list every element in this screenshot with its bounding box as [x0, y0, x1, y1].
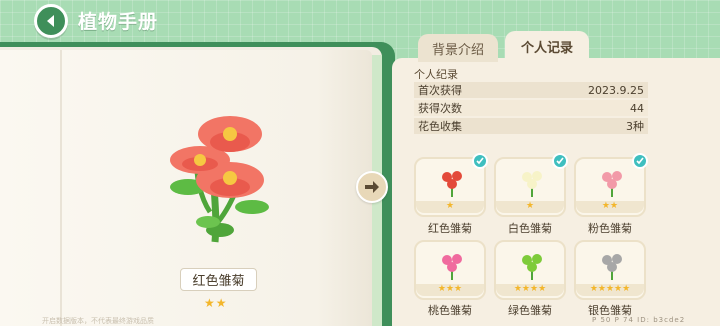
- flower-thumb: [602, 171, 622, 197]
- flower-card-green[interactable]: ★★★★: [494, 240, 566, 300]
- rarity-stars: ★: [416, 201, 484, 213]
- flower-card-label: 红色雏菊: [428, 222, 472, 235]
- record-label: 获得次数: [418, 102, 462, 115]
- record-row: 花色收集 3种: [414, 118, 648, 134]
- record-label: 花色收集: [418, 120, 462, 133]
- collected-check-icon: [472, 153, 488, 169]
- flower-illustration: [160, 112, 280, 256]
- record-label: 首次获得: [418, 84, 462, 97]
- flower-card-label: 白色雏菊: [508, 222, 552, 235]
- record-row: 获得次数 44: [414, 100, 648, 116]
- record-value: 3种: [626, 120, 644, 133]
- flower-card-label: 粉色雏菊: [588, 222, 632, 235]
- flower-thumb: [602, 254, 622, 280]
- tab-personal-record[interactable]: 个人记录: [505, 31, 589, 61]
- flower-thumb: [442, 171, 462, 197]
- build-info: P 50 P 74 ID: b3cde2: [592, 316, 686, 324]
- rarity-stars: ★★★★: [496, 284, 564, 296]
- page-fold-line: [60, 50, 62, 326]
- page-title: 植物手册: [78, 11, 159, 33]
- collected-check-icon: [632, 153, 648, 169]
- rarity-stars: ★★★★★: [576, 284, 644, 296]
- flower-card-peach[interactable]: ★★★: [414, 240, 486, 300]
- flower-name-plate: 红色雏菊: [180, 268, 257, 291]
- collected-check-icon: [552, 153, 568, 169]
- record-header: 个人纪录: [414, 68, 458, 81]
- back-arrow-icon: [47, 15, 54, 27]
- rarity-stars: ★: [496, 201, 564, 213]
- record-value: 44: [630, 101, 644, 115]
- flower-thumb: [442, 254, 462, 280]
- flower-thumb: [522, 254, 542, 280]
- flower-thumb: [522, 171, 542, 197]
- arrow-right-icon: [365, 181, 379, 193]
- next-page-button[interactable]: [356, 171, 388, 203]
- flower-rarity-stars: ★★: [204, 296, 228, 310]
- version-footnote: 开启数据版本，不代表最终游戏品质: [42, 317, 154, 325]
- flower-card-label: 绿色雏菊: [508, 304, 552, 317]
- rarity-stars: ★★★: [416, 284, 484, 296]
- flower-card-silver[interactable]: ★★★★★: [574, 240, 646, 300]
- record-value: 2023.9.25: [588, 83, 644, 97]
- rarity-stars: ★★: [576, 201, 644, 213]
- tab-background[interactable]: 背景介绍: [418, 34, 498, 62]
- back-button[interactable]: [34, 4, 68, 38]
- record-row: 首次获得 2023.9.25: [414, 82, 648, 98]
- flower-card-label: 桃色雏菊: [428, 304, 472, 317]
